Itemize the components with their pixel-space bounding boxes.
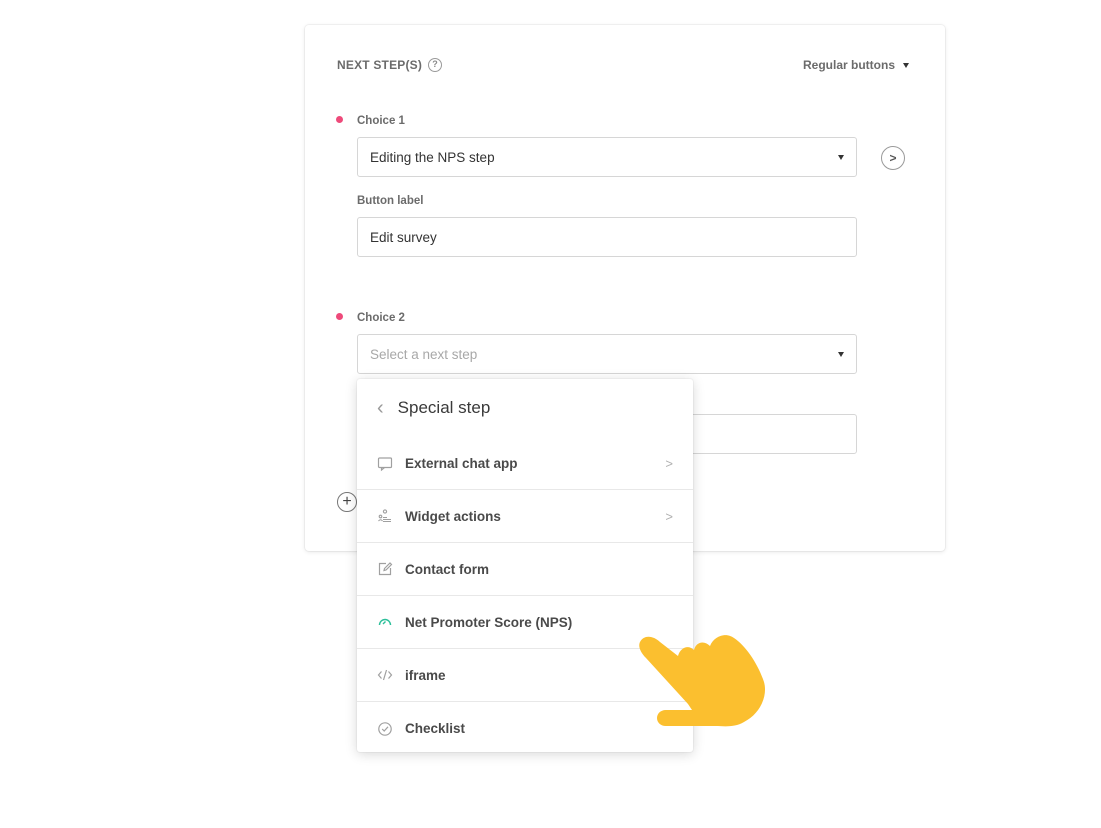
chevron-right-icon: > bbox=[665, 456, 673, 471]
go-to-step-button[interactable]: > bbox=[881, 146, 905, 170]
chevron-right-icon: > bbox=[665, 508, 673, 524]
required-dot bbox=[336, 313, 343, 320]
check-circle-icon bbox=[377, 721, 393, 737]
gauge-icon bbox=[377, 614, 393, 630]
menu-item-widget-actions[interactable]: Widget actions > bbox=[357, 490, 693, 543]
caret-down-icon bbox=[838, 154, 844, 160]
choice-2-step-select[interactable]: Select a next step bbox=[357, 334, 857, 374]
dropdown-header[interactable]: ‹ Special step bbox=[357, 379, 693, 437]
caret-down-icon bbox=[903, 62, 909, 68]
chevron-left-icon[interactable]: ‹ bbox=[377, 398, 384, 418]
menu-item-contact-form[interactable]: Contact form bbox=[357, 543, 693, 596]
menu-item-external-chat-app[interactable]: External chat app > bbox=[357, 437, 693, 490]
choice-1-step-select[interactable]: Editing the NPS step bbox=[357, 137, 857, 177]
chat-bubble-icon bbox=[377, 456, 393, 472]
help-icon[interactable]: ? bbox=[428, 58, 443, 72]
code-icon bbox=[377, 667, 393, 683]
required-dot bbox=[336, 116, 343, 123]
button-mode-select[interactable]: Regular buttons bbox=[803, 58, 909, 72]
caret-down-icon bbox=[838, 351, 844, 357]
pointing-hand-icon bbox=[639, 635, 766, 727]
button-label-input[interactable]: Edit survey bbox=[357, 217, 857, 257]
choice-1-label: Choice 1 bbox=[357, 115, 405, 127]
widget-people-icon bbox=[377, 508, 393, 524]
add-choice-button[interactable]: + bbox=[337, 492, 357, 512]
button-label-title: Button label bbox=[357, 195, 424, 207]
edit-form-icon bbox=[377, 561, 393, 577]
choice-2-label: Choice 2 bbox=[357, 312, 405, 324]
section-title: NEXT STEP(S) ? bbox=[337, 58, 443, 72]
